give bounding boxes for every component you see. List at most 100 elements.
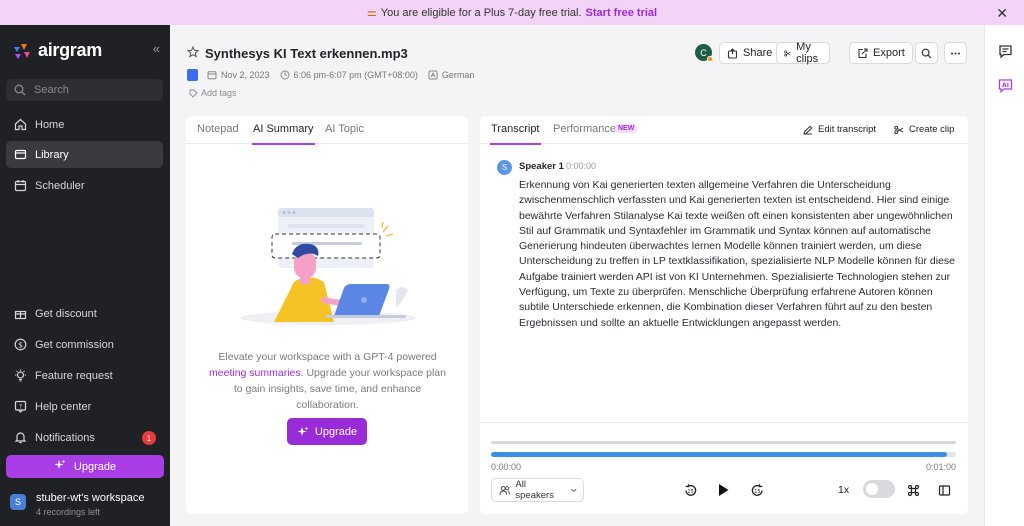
sidebar-item-label: Help center (35, 400, 92, 413)
shortcuts-button[interactable] (904, 481, 922, 499)
help-icon: ? (13, 400, 27, 414)
sidebar-item-home[interactable]: Home (6, 111, 163, 138)
meeting-summaries-link[interactable]: meeting summaries (209, 367, 301, 379)
status-dot (707, 56, 713, 62)
speaker-timestamp[interactable]: 0:00:00 (566, 161, 596, 171)
file-title[interactable]: Synthesys KI Text erkennen.mp3 (205, 46, 408, 61)
sidebar-item-help-center[interactable]: ? Help center (6, 393, 163, 420)
export-label: Export (873, 47, 905, 59)
waveform-track[interactable] (491, 441, 956, 444)
svg-text:?: ? (18, 402, 21, 410)
upgrade-promo-text: Elevate your workspace with a GPT-4 powe… (206, 349, 449, 413)
notification-count-badge: 1 (142, 431, 156, 445)
share-label: Share (743, 47, 773, 59)
workspace-avatar: S (10, 494, 26, 510)
play-icon (719, 484, 729, 496)
transcript-text[interactable]: Erkennung von Kai generierten texten all… (519, 178, 959, 331)
collapse-sidebar-icon[interactable]: « (153, 41, 160, 56)
banner-text: You are eligible for a Plus 7-day free t… (380, 6, 582, 19)
sidebar-item-get-commission[interactable]: $ Get commission (6, 331, 163, 358)
add-tags-button[interactable]: Add tags (189, 88, 237, 98)
skip-silence-toggle[interactable] (863, 480, 895, 498)
user-avatar[interactable]: C (695, 44, 713, 62)
more-icon (951, 52, 960, 54)
sidebar-item-label: Home (35, 118, 65, 131)
edit-transcript-label: Edit transcript (818, 124, 877, 135)
audio-file-icon (187, 69, 198, 81)
tab-ai-summary[interactable]: AI Summary (252, 123, 315, 145)
sidebar-item-label: Get commission (35, 338, 114, 351)
more-options-button[interactable] (944, 42, 967, 64)
player-divider (480, 422, 968, 423)
meta-language[interactable]: German (428, 70, 475, 80)
lightbulb-icon (13, 369, 27, 383)
gift-icon (13, 307, 27, 321)
sparkle-icon (54, 459, 66, 474)
meta-language-text: German (441, 70, 475, 80)
sidebar-item-library[interactable]: Library (6, 141, 163, 168)
close-icon[interactable]: ✕ (996, 5, 1008, 22)
sidebar-item-label: Library (35, 148, 69, 161)
export-button[interactable]: Export (849, 42, 913, 64)
sidebar-item-label: Notifications (35, 431, 95, 444)
playback-progress-bar[interactable] (491, 452, 956, 457)
share-button[interactable]: Share (719, 42, 781, 64)
trial-banner: ⚌ You are eligible for a Plus 7-day free… (0, 0, 1024, 25)
sparkle-icon (297, 426, 309, 436)
chevron-down-icon (571, 488, 577, 493)
create-clip-label: Create clip (909, 124, 955, 135)
summary-tabs: Notepad AI Summary AI Topic (186, 116, 468, 145)
sidebar-item-label: Scheduler (35, 179, 85, 192)
sidebar-item-feature-request[interactable]: Feature request (6, 362, 163, 389)
svg-text:$: $ (17, 340, 22, 349)
forward-15-button[interactable]: 15 (748, 481, 766, 499)
transcript-panel: Transcript Performance NEW Edit transcri… (480, 116, 968, 514)
upgrade-label: Upgrade (73, 460, 117, 473)
sidebar-item-get-discount[interactable]: Get discount (6, 300, 163, 327)
command-icon (907, 484, 919, 496)
speaker-name[interactable]: Speaker 1 (519, 161, 564, 172)
search-placeholder: Search (34, 84, 69, 96)
create-clip-button[interactable]: Create clip (894, 124, 954, 135)
speaker-avatar: S (497, 160, 512, 175)
star-icon[interactable] (186, 45, 200, 61)
transcript-tabs: Transcript Performance NEW Edit transcri… (480, 116, 968, 145)
calendar-icon (207, 71, 217, 80)
brand-logo[interactable]: airgram (12, 40, 102, 61)
tab-notepad[interactable]: Notepad (197, 123, 239, 135)
speaker-filter-label: All speakers (515, 479, 554, 501)
sidebar-item-label: Get discount (35, 307, 97, 320)
toggle-knob (866, 483, 878, 495)
svg-text:15: 15 (754, 489, 760, 495)
playback-rate-button[interactable]: 1x (838, 484, 849, 496)
sidebar-item-scheduler[interactable]: Scheduler (6, 172, 163, 199)
sidebar-item-notifications[interactable]: Notifications 1 (6, 424, 163, 451)
my-clips-label: My clips (796, 41, 819, 65)
calendar-icon (13, 179, 27, 193)
tab-performance[interactable]: Performance (553, 123, 616, 135)
rewind-15-button[interactable]: 15 (681, 481, 699, 499)
right-rail: AI (984, 25, 1024, 526)
comments-icon[interactable] (997, 43, 1013, 59)
upgrade-button[interactable]: Upgrade (287, 418, 367, 445)
sidebar-upgrade-button[interactable]: Upgrade (6, 455, 164, 478)
search-button[interactable] (915, 42, 938, 64)
add-tags-label: Add tags (201, 88, 237, 98)
play-button[interactable] (714, 481, 732, 499)
edit-transcript-button[interactable]: Edit transcript (803, 124, 876, 135)
layout-toggle-button[interactable] (935, 481, 953, 499)
search-input[interactable]: Search (6, 79, 163, 101)
my-clips-button[interactable]: My clips (776, 41, 830, 65)
tab-transcript[interactable]: Transcript (490, 123, 540, 145)
workspace-name: stuber-wt's workspace (36, 492, 145, 504)
brand-name: airgram (38, 40, 102, 60)
scissors-icon (894, 125, 904, 134)
tab-ai-topic[interactable]: AI Topic (325, 123, 364, 135)
upgrade-label: Upgrade (314, 425, 358, 438)
new-badge: NEW (615, 124, 638, 133)
start-trial-link[interactable]: Start free trial (586, 7, 658, 19)
speaker-filter-select[interactable]: All speakers (491, 478, 584, 502)
ai-assistant-icon[interactable]: AI (997, 77, 1013, 93)
user-avatar-initial: C (700, 47, 707, 58)
home-icon (13, 118, 27, 132)
